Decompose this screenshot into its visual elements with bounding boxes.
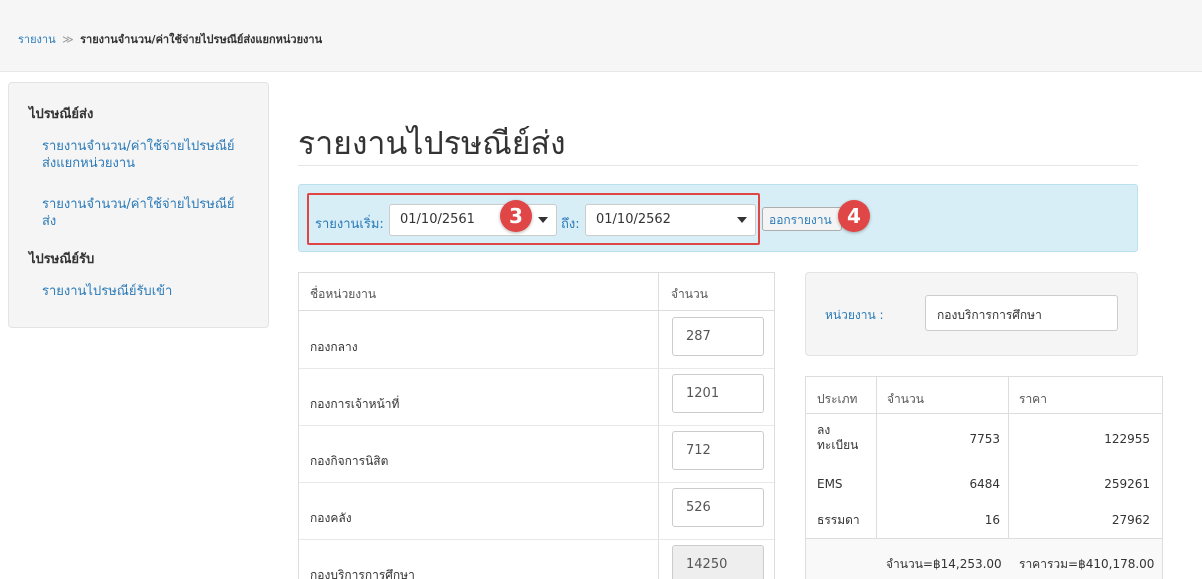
count-field[interactable]: 712 [672, 431, 764, 470]
price-cell: 122955 [1104, 432, 1150, 446]
sidebar-item-label: ส่ง [42, 214, 57, 229]
units-table-header: ชื่อหน่วยงาน จำนวน [299, 273, 774, 311]
type-cell: EMS [817, 477, 843, 491]
unit-name: กองกิจการนิสิต [310, 454, 389, 468]
column-divider [1008, 377, 1009, 538]
summary-table: ประเภท จำนวน ราคา ลง ทะเบียน 7753 122955… [805, 376, 1163, 579]
count-field[interactable]: 14250 [672, 545, 764, 579]
header-divider [806, 413, 1162, 414]
sidebar-item-label: ส่งแยกหน่วยงาน [42, 156, 136, 171]
breadcrumb-trail: รายงาน ≫ รายงานจำนวน/ค่าใช้จ่ายไปรษณีย์ส… [18, 30, 322, 48]
units-table: ชื่อหน่วยงาน จำนวน กองกลาง 287 กองการเจ้… [298, 272, 775, 579]
price-cell: 259261 [1104, 477, 1150, 491]
column-header-price: ราคา [1019, 392, 1047, 406]
step-badge-4: 4 [838, 200, 870, 232]
sidebar-item-outgoing-total[interactable]: รายงานจำนวน/ค่าใช้จ่ายไปรษณีย์ ส่ง [42, 196, 257, 230]
sidebar-item-label: รายงานจำนวน/ค่าใช้จ่ายไปรษณีย์ [42, 139, 235, 154]
unit-name: กองบริการการศึกษา [310, 568, 415, 579]
breadcrumb-link-report[interactable]: รายงาน [18, 33, 56, 46]
step-badge-3: 3 [500, 200, 532, 232]
unit-name: กองกลาง [310, 340, 358, 354]
sidebar-heading-outgoing: ไปรษณีย์ส่ง [29, 107, 94, 122]
column-header-count: จำนวน [887, 392, 924, 406]
table-row: กองกลาง 287 [299, 312, 774, 369]
column-header-unit-name: ชื่อหน่วยงาน [310, 287, 377, 301]
unit-name: กองคลัง [310, 511, 352, 525]
table-row: กองกิจการนิสิต 712 [299, 426, 774, 483]
count-cell: 6484 [969, 477, 1000, 491]
sidebar: ไปรษณีย์ส่ง รายงานจำนวน/ค่าใช้จ่ายไปรษณี… [8, 82, 269, 328]
table-row: กองคลัง 526 [299, 483, 774, 540]
selected-unit-field[interactable]: กองบริการการศึกษา [925, 295, 1118, 331]
page-title: รายงานไปรษณีย์ส่ง [298, 124, 566, 162]
highlight-frame [307, 193, 760, 245]
count-cell: 7753 [969, 432, 1000, 446]
total-count: จำนวน=฿14,253.00 [886, 557, 1002, 571]
breadcrumb-separator: ≫ [62, 33, 74, 46]
count-cell: 16 [984, 513, 1000, 527]
generate-report-button[interactable]: ออกรายงาน [762, 207, 842, 231]
count-field[interactable]: 1201 [672, 374, 764, 413]
type-label: ลง [817, 423, 831, 437]
price-cell: 27962 [1111, 513, 1150, 527]
table-row: กองการเจ้าหน้าที่ 1201 [299, 369, 774, 426]
breadcrumb-current: รายงานจำนวน/ค่าใช้จ่ายไปรษณีย์ส่งแยกหน่ว… [80, 33, 323, 46]
type-cell: ลง ทะเบียน [817, 423, 872, 453]
count-field[interactable]: 526 [672, 488, 764, 527]
selected-unit-label: หน่วยงาน : [825, 308, 884, 322]
sidebar-item-label: รายงานจำนวน/ค่าใช้จ่ายไปรษณีย์ [42, 197, 235, 212]
breadcrumb: รายงาน ≫ รายงานจำนวน/ค่าใช้จ่ายไปรษณีย์ส… [0, 0, 1202, 72]
table-row: กองบริการการศึกษา 14250 [299, 540, 774, 579]
column-divider [876, 377, 877, 538]
sidebar-item-outgoing-by-unit[interactable]: รายงานจำนวน/ค่าใช้จ่ายไปรษณีย์ ส่งแยกหน่… [42, 138, 257, 172]
sidebar-item-incoming[interactable]: รายงานไปรษณีย์รับเข้า [42, 283, 257, 300]
summary-footer: จำนวน=฿14,253.00 ราคารวม=฿410,178.00 [806, 538, 1162, 579]
type-cell: ธรรมดา [817, 513, 860, 527]
title-divider [298, 165, 1138, 166]
total-price: ราคารวม=฿410,178.00 [1019, 557, 1155, 571]
unit-name: กองการเจ้าหน้าที่ [310, 397, 400, 411]
sidebar-item-label: รายงานไปรษณีย์รับเข้า [42, 284, 173, 299]
column-header-count: จำนวน [671, 287, 708, 301]
sidebar-heading-incoming: ไปรษณีย์รับ [29, 252, 95, 267]
count-field[interactable]: 287 [672, 317, 764, 356]
type-label: ทะเบียน [817, 438, 859, 452]
column-header-type: ประเภท [817, 392, 858, 406]
selected-unit-panel: หน่วยงาน : กองบริการการศึกษา [805, 272, 1138, 356]
